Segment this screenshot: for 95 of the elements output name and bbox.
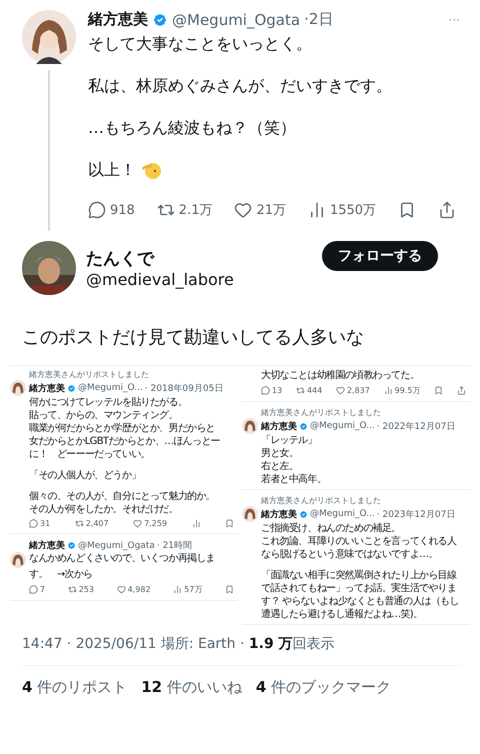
reply-icon[interactable] (88, 201, 106, 219)
stat-count: 4,982 (128, 585, 151, 594)
post-text: 右と左。 (261, 460, 300, 473)
verified-icon (299, 422, 308, 430)
post-text: 何かにつけてレッテルを貼りたがる。 (29, 396, 188, 409)
stat-count: 918 (110, 202, 135, 218)
engagement-count[interactable]: 4 件のリポスト (22, 678, 128, 697)
post-time: · 21時間 (156, 540, 192, 552)
author-name: 緒方恵美 (29, 382, 65, 394)
engagement-count[interactable]: 4 件のブックマーク (256, 678, 392, 697)
stat-count: 21万 (256, 202, 286, 219)
post-text: 職業が何だからとか学歴がとか、男だからと (29, 422, 216, 435)
like-icon[interactable] (133, 519, 142, 528)
repost-icon[interactable] (296, 386, 305, 395)
stat-count: 7 (40, 585, 46, 594)
like-icon[interactable] (116, 585, 126, 594)
bookmark-icon[interactable] (225, 519, 234, 528)
repost-label: 緒方恵美さんがリポストしました (261, 495, 382, 506)
author-handle: @Megumi_Ogata (78, 540, 155, 550)
post-time: · 2023年12月07日 (376, 508, 456, 520)
post-timestamp: 14:47 · 2025/06/11 場所: Earth · 1.9 万回表示 (22, 636, 335, 652)
avatar[interactable] (22, 10, 76, 64)
verified-icon (67, 384, 76, 392)
stat-count: 253 (78, 585, 94, 594)
verified-icon (67, 541, 76, 550)
post-text: 「レッテル」 (261, 434, 318, 447)
reply-icon[interactable] (29, 585, 38, 594)
reply-icon[interactable] (261, 386, 270, 395)
post-text: 男と女。 (261, 447, 300, 460)
stat-count: 31 (40, 519, 50, 528)
bookmark-icon[interactable] (434, 386, 444, 395)
repost-icon[interactable] (68, 585, 77, 594)
author-name[interactable]: 緒方恵美 (88, 10, 148, 29)
views-icon[interactable] (173, 585, 182, 594)
author-handle[interactable]: @medieval_labore (86, 270, 312, 289)
stat-count: 13 (272, 386, 282, 395)
post-text: このポストだけ見て勘違いしてる人多いな (22, 326, 365, 349)
post-text: その人が何をしたか。それだけだ。 (29, 503, 179, 516)
repost-label: 緒方恵美さんがリポストしました (261, 407, 382, 418)
post-text: す？ やらないよね少なくとも普通の人は（もし (261, 595, 460, 608)
share-icon[interactable] (456, 386, 466, 395)
post-text: 女だからとかLGBTだからとか、…ほんっとー (29, 435, 221, 448)
post-text: これ勿論、耳障りのいいことを言ってくれる人 (261, 535, 458, 548)
post-text: す。 →次から (29, 568, 94, 581)
stat-count: 2,407 (86, 519, 109, 528)
author-name: 緒方恵美 (29, 539, 65, 552)
like-icon[interactable] (336, 386, 345, 395)
follow-button[interactable]: フォローする (322, 241, 438, 271)
stat-count: 2.1万 (178, 202, 212, 219)
author-handle: @Megumi_O... (310, 509, 375, 519)
engagement-count[interactable]: 12 件のいいね (141, 678, 242, 697)
share-icon[interactable] (438, 201, 456, 219)
post-time: · 2018年09月05日 (144, 382, 224, 394)
avatar (242, 506, 258, 522)
post-text: 貼って、からの、マウンティング。 (29, 409, 179, 422)
post-text: 遭遇したら避けるし通報だよね…笑)。 (261, 608, 424, 621)
stat-count: 2,837 (346, 386, 370, 395)
post-text: 以上！ (88, 159, 136, 181)
post-text: 私は、林原めぐみさんが、だいすきです。 (88, 75, 392, 97)
stat-count: 99.5万 (394, 385, 420, 396)
author-name: 緒方恵美 (261, 420, 297, 432)
stat-count: 57万 (184, 584, 202, 595)
post-text: 若者と中高年。 (261, 473, 328, 486)
post-text: そして大事なことをいっとく。 (88, 33, 312, 55)
post-text: …もちろん綾波もね？（笑） (88, 117, 296, 139)
stat-count: 7,259 (144, 519, 167, 528)
post-text: 「その人個人が、どうか」 (29, 469, 142, 482)
views-icon[interactable] (192, 519, 200, 528)
avatar (10, 380, 26, 396)
post-text: で話されてもねー」ってお話。実生活でやりま (261, 582, 458, 595)
stat-count: 444 (306, 386, 322, 395)
post-text: ご指摘受け、ねんのための補足。 (261, 522, 402, 535)
avatar (242, 418, 258, 434)
author-handle: @Megumi_O... (310, 421, 375, 431)
post-time: · 2022年12月07日 (376, 420, 456, 432)
verified-icon (299, 510, 308, 518)
post-text: 「面識ない相手に突然罵倒されたり上から目線 (261, 569, 458, 582)
repost-label: 緒方恵美さんがリポストしました (29, 369, 150, 380)
author-handle[interactable]: @Megumi_Ogata (172, 10, 300, 28)
views-icon[interactable] (384, 386, 393, 395)
post-text: 大切なことは幼稚園の頃教わってた。 (261, 369, 420, 382)
post-text: 個々の、その人が、自分にとって魅力的か。 (29, 490, 216, 503)
stat-count: 1550万 (330, 202, 376, 219)
bookmark-icon[interactable] (224, 585, 234, 594)
post-text: なんかめんどくさいので、いくつか再掲しま (29, 552, 216, 566)
post-text: なら脱げるという意味ではないですよ…。 (261, 548, 439, 561)
avatar (10, 552, 26, 568)
like-icon[interactable] (234, 201, 252, 219)
repost-icon[interactable] (74, 519, 84, 528)
author-name: 緒方恵美 (261, 508, 297, 520)
author-name[interactable]: たんくで (86, 247, 312, 270)
post-time: ·2日 (304, 10, 334, 29)
author-handle: @Megumi_O... (78, 383, 143, 393)
reply-icon[interactable] (29, 519, 38, 528)
post-text: に！ どーーーだっていい。 (29, 448, 151, 461)
